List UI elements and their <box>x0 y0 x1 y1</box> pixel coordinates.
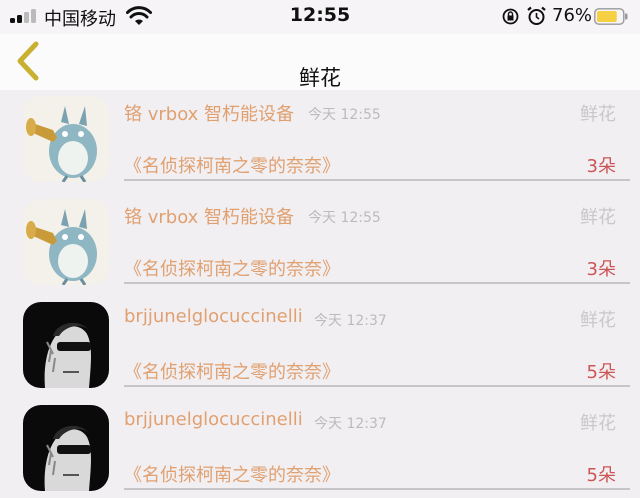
flower-count: 5朵 <box>586 362 616 383</box>
sunglasses-man-avatar[interactable] <box>23 302 109 388</box>
flower-count: 5朵 <box>586 465 616 486</box>
list-item[interactable]: brjjunelglocuccinelli 今天 12:37 鲜花 《名侦探柯南… <box>0 296 640 399</box>
sunglasses-man-avatar[interactable] <box>23 405 109 491</box>
page-title: 鲜花 <box>299 66 341 90</box>
divider <box>124 282 630 284</box>
battery-percentage: 76% <box>552 5 593 26</box>
orientation-lock-icon <box>502 8 519 25</box>
timestamp: 今天 12:37 <box>314 416 387 432</box>
gift-type: 鲜花 <box>580 104 616 125</box>
flower-count: 3朵 <box>586 156 616 177</box>
book-title[interactable]: 《名侦探柯南之零的奈奈》 <box>124 358 340 384</box>
gift-type: 鲜花 <box>580 413 616 434</box>
list-item[interactable]: 铬 vrbox 智朽能设备 今天 12:55 鲜花 《名侦探柯南之零的奈奈》 3… <box>0 193 640 296</box>
sender-name: 铬 vrbox 智朽能设备 <box>124 207 295 228</box>
status-bar: 中国移动 12:55 76% <box>0 0 640 34</box>
list-item[interactable]: 铬 vrbox 智朽能设备 今天 12:55 鲜花 《名侦探柯南之零的奈奈》 3… <box>0 90 640 193</box>
gift-type: 鲜花 <box>580 310 616 331</box>
timestamp: 今天 12:37 <box>314 313 387 329</box>
navigation-bar: 鲜花 <box>0 34 640 90</box>
sender-name: 铬 vrbox 智朽能设备 <box>124 104 295 125</box>
flower-gift-list: 铬 vrbox 智朽能设备 今天 12:55 鲜花 《名侦探柯南之零的奈奈》 3… <box>0 90 640 498</box>
divider <box>124 385 630 387</box>
book-title[interactable]: 《名侦探柯南之零的奈奈》 <box>124 255 340 281</box>
sender-name: brjjunelglocuccinelli <box>124 306 303 327</box>
battery-icon <box>594 8 628 25</box>
flower-count: 3朵 <box>586 259 616 280</box>
divider <box>124 179 630 181</box>
list-item[interactable]: brjjunelglocuccinelli 今天 12:37 鲜花 《名侦探柯南… <box>0 399 640 498</box>
totoro-trumpet-avatar[interactable] <box>23 199 109 285</box>
divider <box>124 488 630 490</box>
book-title[interactable]: 《名侦探柯南之零的奈奈》 <box>124 461 340 487</box>
timestamp: 今天 12:55 <box>308 210 381 226</box>
timestamp: 今天 12:55 <box>308 107 381 123</box>
alarm-clock-icon <box>527 6 546 25</box>
gift-type: 鲜花 <box>580 207 616 228</box>
totoro-trumpet-avatar[interactable] <box>23 96 109 182</box>
sender-name: brjjunelglocuccinelli <box>124 409 303 430</box>
book-title[interactable]: 《名侦探柯南之零的奈奈》 <box>124 152 340 178</box>
